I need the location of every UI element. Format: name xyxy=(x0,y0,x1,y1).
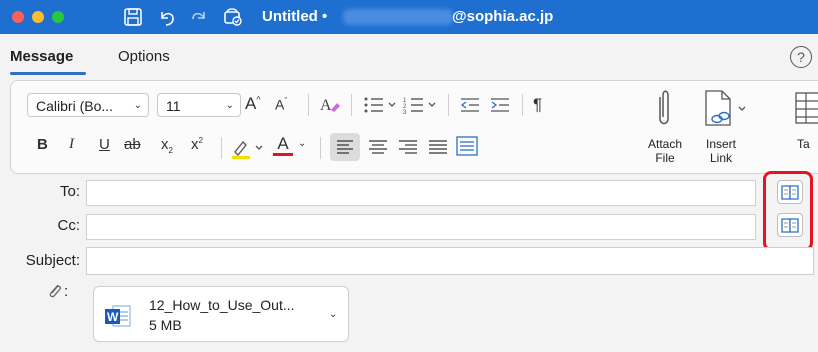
paragraph-mark-icon: ¶ xyxy=(533,95,543,114)
shrink-font-button[interactable]: Aˇ xyxy=(275,96,287,113)
to-field[interactable] xyxy=(86,180,756,206)
font-color-swatch xyxy=(273,153,293,156)
font-size-select[interactable]: 11 ⌄ xyxy=(157,93,241,117)
decrease-indent-icon[interactable] xyxy=(459,94,483,116)
minimize-window-button[interactable] xyxy=(32,11,44,23)
attachment-file-name: 12_How_to_Use_Out... xyxy=(149,297,295,313)
close-window-button[interactable] xyxy=(12,11,24,23)
chevron-down-icon[interactable]: ⌄ xyxy=(298,138,306,149)
ribbon-tabs: Message Options ? xyxy=(0,34,818,78)
divider xyxy=(351,94,352,116)
paperclip-icon[interactable] xyxy=(652,89,676,129)
font-size-value: 11 xyxy=(166,98,181,114)
svg-text:A: A xyxy=(320,97,332,114)
subject-label: Subject: xyxy=(25,252,80,269)
bold-button[interactable]: B xyxy=(37,136,48,153)
chevron-down-icon: ⌄ xyxy=(225,100,234,111)
tab-options[interactable]: Options xyxy=(118,48,170,65)
clear-formatting-icon[interactable]: A xyxy=(318,94,342,116)
attachment-paperclip-icon xyxy=(49,284,61,298)
zoom-window-button[interactable] xyxy=(52,11,64,23)
chevron-down-icon: ⌄ xyxy=(133,100,142,111)
sync-icon[interactable] xyxy=(222,6,244,28)
active-tab-indicator xyxy=(10,72,86,75)
grow-font-icon: A xyxy=(245,94,257,113)
italic-button[interactable]: I xyxy=(69,136,74,153)
tab-message[interactable]: Message xyxy=(10,48,73,65)
font-name-value: Calibri (Bo... xyxy=(36,98,114,114)
divider xyxy=(221,137,222,159)
strikethrough-button[interactable]: ab xyxy=(124,136,141,153)
distributed-align-icon[interactable] xyxy=(453,133,481,159)
ribbon-panel: Calibri (Bo... ⌄ 11 ⌄ A^ Aˇ A 123 ¶ B I … xyxy=(10,80,818,174)
italic-icon: I xyxy=(69,136,74,152)
title-bar: Untitled • @sophia.ac.jp xyxy=(0,0,818,34)
svg-text:3: 3 xyxy=(403,110,407,116)
align-right-icon[interactable] xyxy=(395,135,421,159)
undo-icon[interactable] xyxy=(156,6,178,28)
align-left-button[interactable] xyxy=(330,133,360,161)
chevron-down-icon[interactable]: ⌄ xyxy=(329,309,337,320)
word-icon-letter: W xyxy=(107,310,119,324)
superscript-button[interactable]: x2 xyxy=(191,136,203,153)
subject-field[interactable] xyxy=(86,247,814,275)
bold-icon: B xyxy=(37,136,48,153)
underline-button[interactable]: U xyxy=(99,136,110,153)
font-color-button[interactable]: A xyxy=(273,134,293,156)
word-document-icon: W xyxy=(105,305,131,327)
divider xyxy=(448,94,449,116)
window-title-prefix: Untitled • xyxy=(262,8,328,25)
redacted-email-blur xyxy=(343,9,453,25)
divider xyxy=(522,94,523,116)
divider xyxy=(308,94,309,116)
font-name-select[interactable]: Calibri (Bo... ⌄ xyxy=(27,93,149,117)
help-icon[interactable]: ? xyxy=(790,46,812,68)
insert-link-icon[interactable] xyxy=(703,89,749,129)
cc-field[interactable] xyxy=(86,214,756,240)
window-title-suffix: @sophia.ac.jp xyxy=(452,8,554,25)
subscript-button[interactable]: x2 xyxy=(161,136,173,155)
paragraph-mark-button[interactable]: ¶ xyxy=(533,95,542,115)
attachment-card[interactable]: W 12_How_to_Use_Out... 5 MB ⌄ xyxy=(93,286,349,342)
divider xyxy=(320,137,321,159)
align-left-icon xyxy=(337,140,353,154)
insert-link-label-line1: Insert xyxy=(705,137,736,151)
subscript-icon: x xyxy=(161,136,169,153)
insert-link-button[interactable]: Insert Link xyxy=(699,137,743,165)
table-button-label[interactable]: Ta xyxy=(797,137,818,151)
shrink-font-icon: A xyxy=(275,96,285,113)
attachment-label: : xyxy=(64,283,69,300)
insert-link-label-line2: Link xyxy=(709,151,732,165)
bullets-icon[interactable] xyxy=(363,94,401,116)
numbering-icon[interactable]: 123 xyxy=(403,94,441,116)
attachment-file-size: 5 MB xyxy=(149,317,182,333)
address-book-highlight-box xyxy=(763,171,813,251)
cc-label: Cc: xyxy=(57,217,81,234)
align-center-icon[interactable] xyxy=(365,135,391,159)
underline-icon: U xyxy=(99,136,110,153)
increase-indent-icon[interactable] xyxy=(489,94,513,116)
attach-file-button[interactable]: Attach File xyxy=(645,137,685,165)
superscript-icon: x xyxy=(191,136,199,153)
redo-icon[interactable] xyxy=(188,6,210,28)
highlight-color-icon[interactable] xyxy=(229,136,269,160)
attach-file-label-line2: File xyxy=(655,151,675,165)
font-color-icon: A xyxy=(277,134,289,153)
grow-font-button[interactable]: A^ xyxy=(245,94,261,114)
table-icon[interactable] xyxy=(794,91,818,127)
strikethrough-icon: ab xyxy=(124,136,141,153)
to-label: To: xyxy=(59,183,80,200)
save-icon[interactable] xyxy=(122,6,144,28)
attach-file-label-line1: Attach xyxy=(647,137,683,151)
justify-icon[interactable] xyxy=(425,135,451,159)
